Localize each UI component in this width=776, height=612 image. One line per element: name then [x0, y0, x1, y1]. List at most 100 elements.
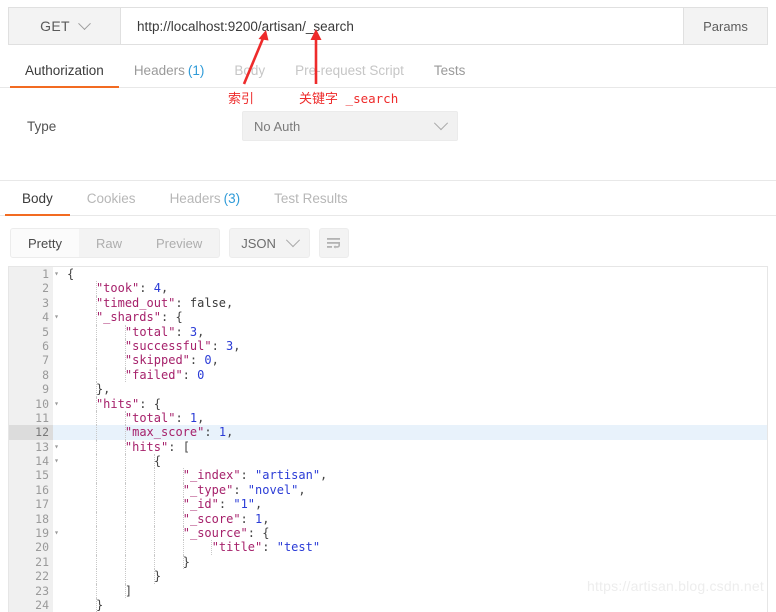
response-tab-cookies[interactable]: Cookies	[70, 191, 153, 215]
keyword-annotation-arrow	[304, 26, 334, 88]
indent-guide	[96, 526, 97, 540]
view-mode-pretty-label: Pretty	[28, 236, 62, 251]
code-line-content: }	[53, 555, 767, 569]
params-button[interactable]: Params	[683, 8, 767, 44]
indent-guide	[154, 497, 155, 511]
tab-pre-request-script[interactable]: Pre-request Script	[280, 63, 419, 87]
indent-guide	[96, 368, 97, 382]
auth-type-value: No Auth	[254, 119, 436, 134]
chevron-down-icon	[286, 233, 300, 247]
indent-guide	[183, 497, 184, 511]
response-tab-headers[interactable]: Headers(3)	[153, 191, 258, 215]
view-mode-raw[interactable]: Raw	[79, 229, 139, 257]
indent-guide	[154, 569, 155, 583]
indent-guide	[125, 454, 126, 468]
code-line: 11 "total": 1,	[9, 411, 767, 425]
word-wrap-icon	[326, 237, 342, 250]
authorization-panel: Type No Auth	[0, 96, 776, 174]
tab-headers[interactable]: Headers(1)	[119, 63, 220, 87]
response-tab-headers-count: (3)	[224, 191, 241, 206]
code-line-content: {	[53, 454, 767, 468]
watermark: https://artisan.blog.csdn.net	[587, 578, 764, 594]
indent-guide	[154, 526, 155, 540]
request-tab-bar: Authorization Headers(1) Body Pre-reques…	[0, 55, 776, 88]
response-format-select[interactable]: JSON	[229, 228, 310, 258]
indent-guide	[96, 512, 97, 526]
code-line: 5 "total": 3,	[9, 325, 767, 339]
chevron-down-icon	[434, 116, 448, 130]
http-method-selector[interactable]: GET	[9, 8, 121, 44]
indent-guide	[125, 339, 126, 353]
indent-guide	[183, 540, 184, 554]
code-line-content: }	[53, 598, 767, 612]
indent-guide	[125, 526, 126, 540]
indent-guide	[96, 483, 97, 497]
keyword-annotation-label: 关键字	[299, 92, 338, 107]
indent-guide	[96, 468, 97, 482]
code-line-content: },	[53, 382, 767, 396]
word-wrap-button[interactable]	[319, 228, 349, 258]
indent-guide	[125, 325, 126, 339]
indent-guide	[96, 325, 97, 339]
indent-guide	[96, 411, 97, 425]
code-line-content: "timed_out": false,	[53, 296, 767, 310]
tab-authorization[interactable]: Authorization	[10, 63, 119, 87]
code-line-content: "_shards": {	[53, 310, 767, 324]
indent-guide	[96, 281, 97, 295]
tab-tests-label: Tests	[434, 63, 466, 78]
view-mode-pretty[interactable]: Pretty	[11, 229, 79, 257]
indent-guide	[96, 382, 97, 396]
chevron-down-icon	[78, 17, 91, 30]
line-number: 11	[9, 411, 53, 425]
indent-guide	[96, 569, 97, 583]
indent-guide	[183, 483, 184, 497]
url-input[interactable]	[135, 18, 669, 35]
http-method-label: GET	[40, 18, 70, 34]
response-tab-test-results-label: Test Results	[274, 191, 348, 206]
indent-guide	[96, 497, 97, 511]
response-tab-test-results[interactable]: Test Results	[257, 191, 365, 215]
line-number: 7	[9, 353, 53, 367]
response-body-code-editor[interactable]: 1▾{2 "took": 4,3 "timed_out": false,4▾ "…	[8, 266, 768, 612]
line-number: 2	[9, 281, 53, 295]
indent-guide	[183, 526, 184, 540]
line-number: 14▾	[9, 454, 53, 468]
indent-guide	[154, 540, 155, 554]
params-button-label: Params	[703, 19, 748, 34]
postman-window: GET Params Authorization Headers(1) Body…	[0, 0, 776, 612]
indent-guide	[125, 368, 126, 382]
indent-guide	[125, 555, 126, 569]
indent-guide	[96, 310, 97, 324]
line-number: 20	[9, 540, 53, 554]
url-input-wrapper	[121, 8, 683, 44]
indent-guide	[125, 540, 126, 554]
code-line-content: "_type": "novel",	[53, 483, 767, 497]
keyword-annotation-value: _search	[338, 91, 398, 106]
indent-guide	[125, 440, 126, 454]
line-number: 1▾	[9, 267, 53, 281]
code-line: 20 "title": "test"	[9, 540, 767, 554]
tab-authorization-label: Authorization	[25, 63, 104, 78]
code-line-content: {	[53, 267, 767, 281]
indent-guide	[96, 555, 97, 569]
indent-guide	[183, 512, 184, 526]
line-number: 4▾	[9, 310, 53, 324]
code-line-content: "_index": "artisan",	[53, 468, 767, 482]
code-line-content: "max_score": 1,	[53, 425, 767, 439]
line-number: 18	[9, 512, 53, 526]
indent-guide	[183, 468, 184, 482]
response-tab-body[interactable]: Body	[5, 191, 70, 215]
auth-type-select[interactable]: No Auth	[242, 111, 458, 141]
indent-guide	[154, 454, 155, 468]
tab-tests[interactable]: Tests	[419, 63, 481, 87]
view-mode-preview[interactable]: Preview	[139, 229, 219, 257]
response-tab-headers-label: Headers	[170, 191, 221, 206]
indent-guide	[125, 468, 126, 482]
code-line-content: "title": "test"	[53, 540, 767, 554]
line-number: 8	[9, 368, 53, 382]
indent-guide	[96, 425, 97, 439]
line-number: 6	[9, 339, 53, 353]
code-line: 16 "_type": "novel",	[9, 483, 767, 497]
line-number: 10▾	[9, 397, 53, 411]
code-line: 1▾{	[9, 267, 767, 281]
